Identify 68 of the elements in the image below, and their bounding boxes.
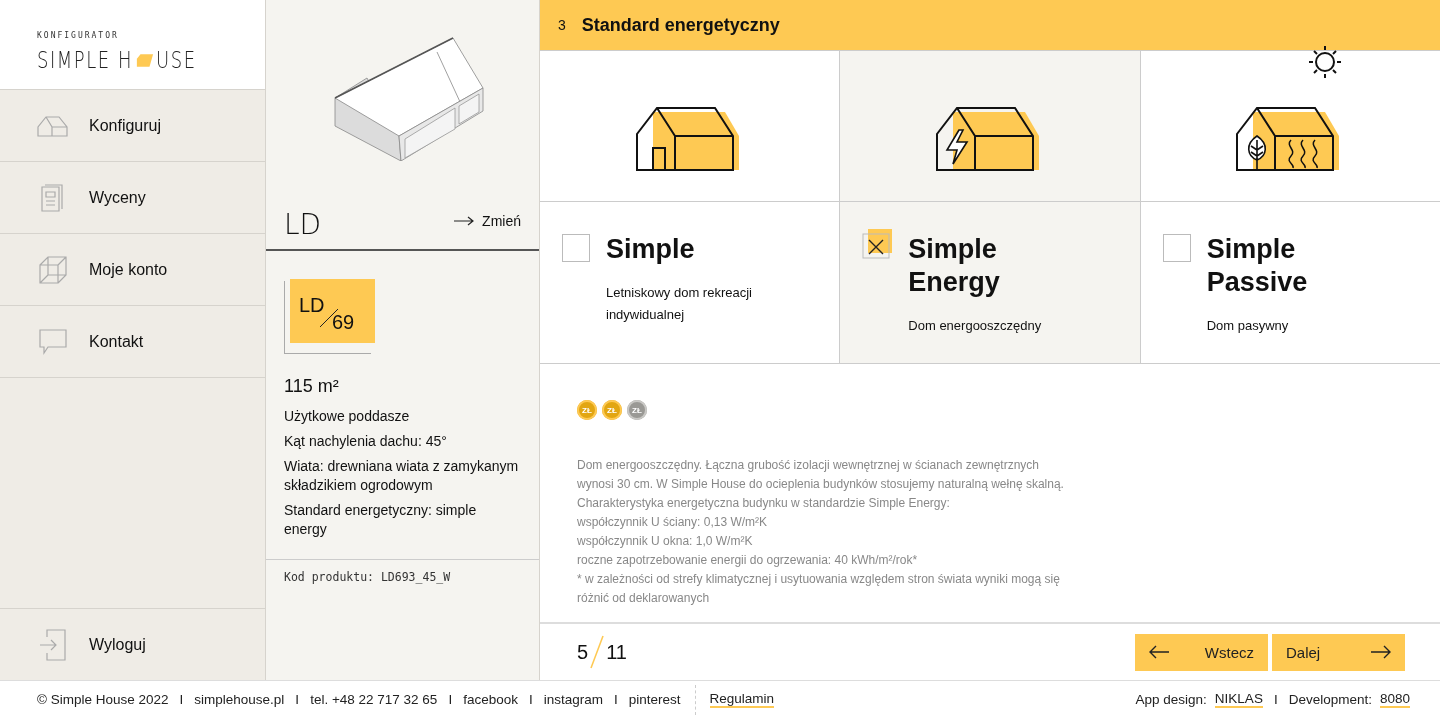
logout-icon (37, 628, 69, 661)
slash-icon (590, 635, 605, 669)
price-coin: ZŁ (602, 400, 622, 420)
separator: I (295, 692, 300, 707)
footer-link[interactable]: instagram (543, 692, 603, 707)
checkbox[interactable] (862, 229, 893, 259)
logo-caption: KONFIGURATOR (37, 31, 119, 40)
nav-item[interactable]: Kontakt (0, 306, 265, 378)
step-number: 3 (558, 17, 566, 33)
arrow-right-icon (454, 216, 475, 226)
step-title: Standard energetyczny (581, 14, 780, 36)
separator: I (528, 692, 533, 707)
price-coin: ZŁ (627, 400, 647, 420)
credit-label: Development: (1288, 692, 1372, 707)
current-step: 5 (577, 640, 589, 664)
hexagon-icon (136, 52, 155, 68)
back-button[interactable]: Wstecz (1135, 633, 1268, 671)
separator: I (614, 692, 618, 707)
feature-text: Użytkowe poddasze (284, 407, 411, 426)
footer-link[interactable]: simplehouse.pl (194, 692, 285, 707)
logo-text: USE (156, 47, 197, 73)
nav-item[interactable]: Wyceny (0, 162, 265, 234)
next-button[interactable]: Dalej (1272, 633, 1405, 671)
option-title: Simple Passive (1206, 233, 1309, 299)
logout-button[interactable]: Wyloguj (0, 608, 265, 680)
chat-icon (37, 328, 69, 355)
description-text: * w zależności od strefy klimatycznej i usytuowania względem stron świata wyniki mogą się różnić od deklarowanych (577, 571, 1061, 607)
description-text: współczynnik U okna: 1,0 W/m²K (577, 533, 754, 550)
option-description: Dom pasywny (1206, 317, 1290, 335)
separator: I (448, 692, 453, 707)
price-coin: ZŁ (577, 400, 597, 420)
feature-text: Kąt nachylenia dachu: 45° (284, 432, 448, 451)
option-description: Dom energooszczędny (908, 317, 1042, 335)
credit-label: App design: (1135, 692, 1207, 707)
description-text: współczynnik U ściany: 0,13 W/m²K (577, 514, 769, 531)
option-title: Simple (606, 233, 696, 266)
credit-link[interactable]: NIKLAS (1214, 691, 1263, 708)
cube-icon (37, 255, 69, 284)
arrow-left-icon (1149, 645, 1169, 659)
area-value: 115 m² (284, 376, 340, 397)
credit-link[interactable]: 8080 (1379, 691, 1410, 708)
terms-link[interactable]: Regulamin (709, 691, 775, 708)
footer-link[interactable]: tel. +48 22 717 32 65 (310, 692, 438, 707)
separator: I (179, 692, 184, 707)
description-text: Dom energooszczędny. Łączna grubość izolacji wewnętrznej w ścianach zewnętrznych wynosi 30 cm. W Simple House do ocieplenia budynków stosujemy naturalną wełnę skalną. Charakterystyka energetyczna budynku w standardzie Simple Energy: (577, 457, 1065, 512)
change-link[interactable]: Zmień (454, 213, 521, 241)
option-card[interactable]: Simple Energy Dom energooszczędny (840, 51, 1141, 363)
house-icon (37, 114, 69, 137)
copyright-text: © Simple House 2022 (37, 692, 169, 707)
arrow-right-icon (1371, 645, 1391, 659)
model-name: LD (284, 208, 322, 241)
option-description: Letniskowy dom rekreacji indywidualnej (606, 284, 753, 324)
nav-item[interactable]: Konfiguruj (0, 90, 265, 162)
checkbox[interactable] (1162, 234, 1191, 262)
option-card[interactable]: Simple Letniskowy dom rekreacji indywidualnej (540, 51, 841, 363)
feature-text: Standard energetyczny: simple energy (284, 501, 478, 539)
total-steps: 11 (606, 640, 627, 664)
model-badge: LD 69 (290, 279, 375, 343)
feature-text: Wiata: drewniana wiata z zamykanym składzikiem ogrodowym (284, 457, 520, 495)
logo-text: SIMPLE H (37, 47, 133, 73)
footer-link[interactable]: pinterest (628, 692, 681, 707)
checkbox[interactable] (562, 234, 590, 262)
product-code: Kod produktu: LD693_45_W (266, 559, 539, 680)
footer-link[interactable]: facebook (463, 692, 518, 707)
description-text: roczne zapotrzebowanie energii do ogrzewania: 40 kWh/m²/rok* (577, 552, 919, 569)
nav-item[interactable]: Moje konto (0, 234, 265, 306)
option-title: Simple Energy (908, 233, 1001, 299)
separator: I (1273, 692, 1278, 707)
